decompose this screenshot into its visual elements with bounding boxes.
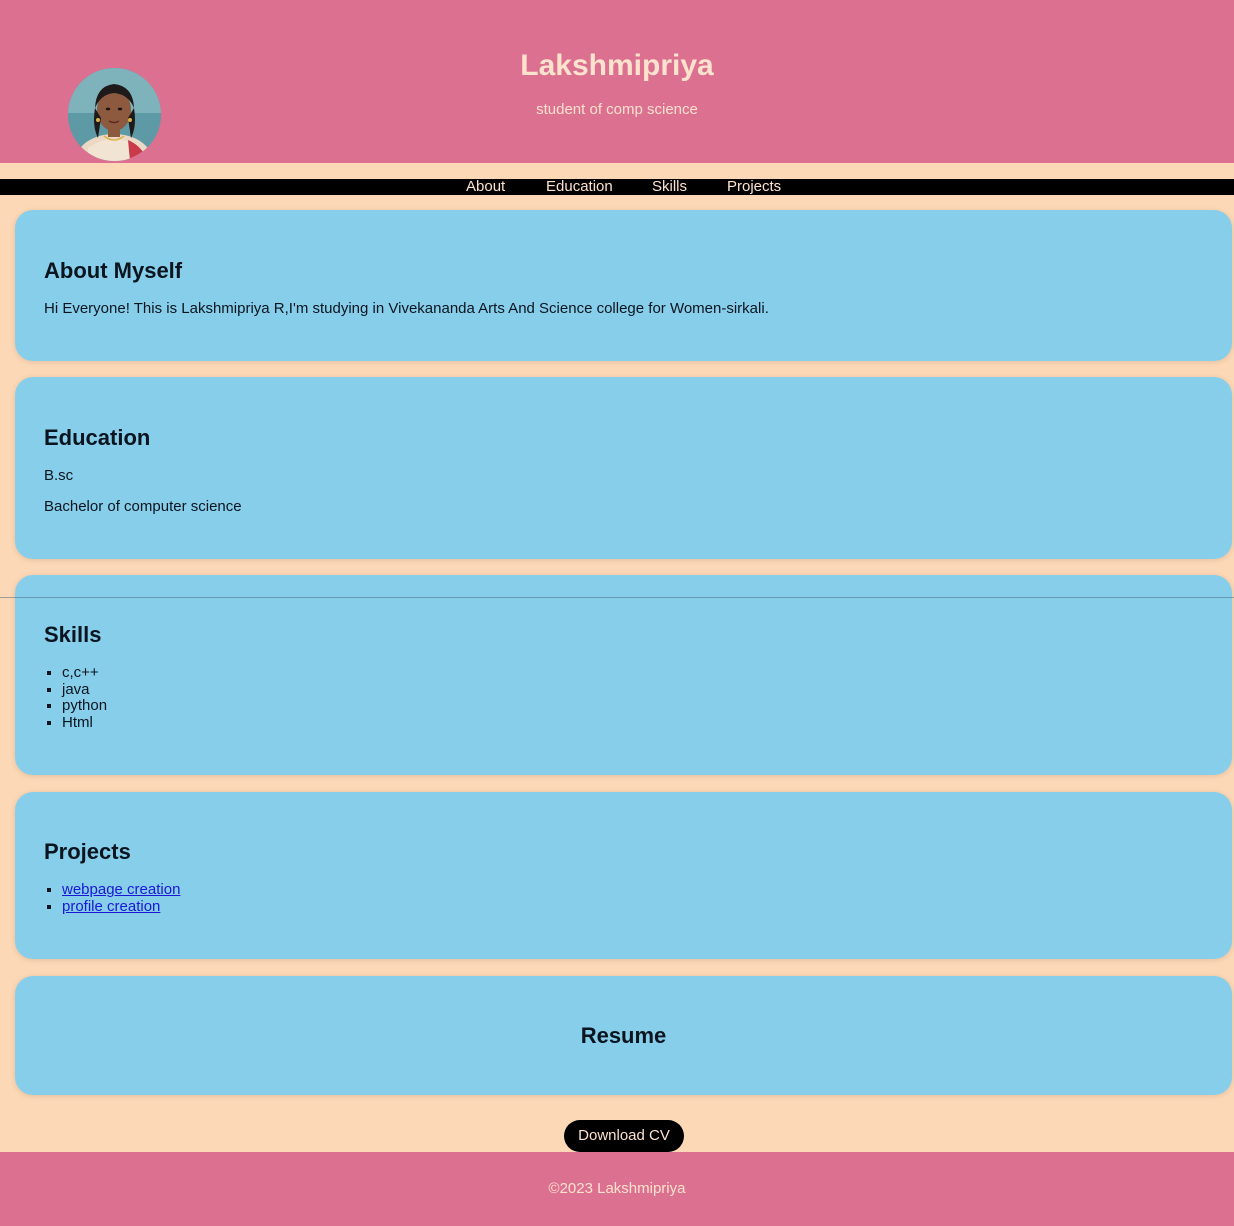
project-item: profile creation (62, 898, 180, 916)
projects-list: webpage creation profile creation (44, 881, 180, 916)
skills-section: Skills c,c++ java python Html (15, 575, 1232, 775)
skill-item: python (62, 697, 107, 715)
projects-section: Projects webpage creation profile creati… (15, 792, 1232, 959)
project-item: webpage creation (62, 881, 180, 899)
education-section: Education B.sc Bachelor of computer scie… (15, 377, 1232, 559)
site-footer: ©2023 Lakshmipriya (0, 1152, 1234, 1226)
skill-item: Html (62, 714, 107, 732)
nav-link-projects[interactable]: Projects (727, 178, 781, 195)
education-detail: Bachelor of computer science (44, 498, 242, 515)
about-section: About Myself Hi Everyone! This is Lakshm… (15, 210, 1232, 361)
education-heading: Education (44, 425, 151, 450)
skills-heading: Skills (44, 622, 102, 647)
about-heading: About Myself (44, 258, 183, 283)
project-link-webpage-creation[interactable]: webpage creation (62, 881, 180, 898)
site-title: Lakshmipriya (520, 49, 714, 82)
project-link-profile-creation[interactable]: profile creation (62, 898, 160, 915)
site-subtitle: student of comp science (536, 101, 698, 118)
about-text: Hi Everyone! This is Lakshmipriya R,I'm … (44, 300, 769, 317)
nav-link-skills[interactable]: Skills (652, 178, 687, 195)
main-nav: About Education Skills Projects (0, 178, 1234, 195)
education-degree: B.sc (44, 467, 74, 484)
resume-section: Resume (15, 976, 1232, 1095)
skills-list: c,c++ java python Html (44, 664, 107, 732)
nav-link-education[interactable]: Education (546, 178, 613, 195)
footer-copyright: ©2023 Lakshmipriya (548, 1180, 686, 1197)
download-cv-button[interactable]: Download CV (564, 1120, 684, 1152)
projects-heading: Projects (44, 839, 131, 864)
divider-line (0, 597, 1234, 598)
skill-item: c,c++ (62, 664, 107, 682)
nav-link-about[interactable]: About (466, 178, 505, 195)
resume-heading: Resume (580, 1023, 667, 1048)
site-header: Lakshmipriya student of comp science (0, 0, 1234, 163)
skill-item: java (62, 681, 107, 699)
